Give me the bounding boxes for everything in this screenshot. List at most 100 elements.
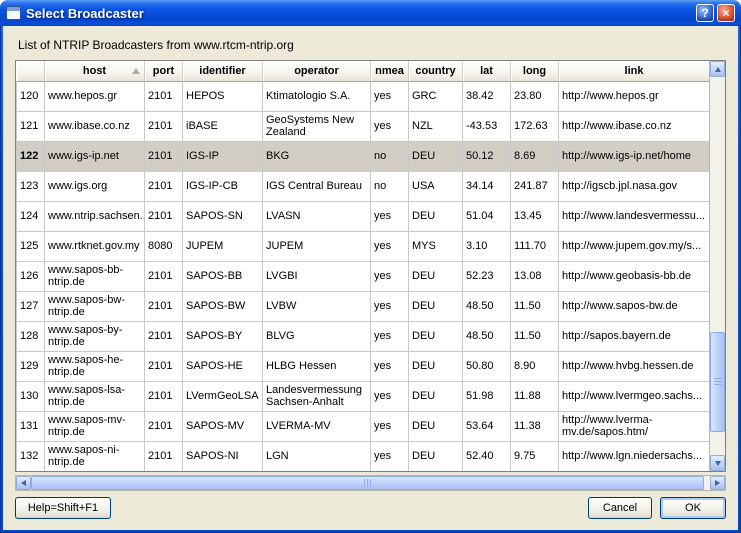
ok-button[interactable]: OK [660, 497, 726, 519]
cell-operator[interactable]: Landesvermessung Sachsen-Anhalt [263, 381, 371, 411]
cell-lat[interactable]: 50.80 [463, 351, 511, 381]
cell-link[interactable]: http://www.ibase.co.nz [559, 111, 710, 141]
cell-country[interactable]: MYS [409, 231, 463, 261]
cell-host[interactable]: www.ibase.co.nz [45, 111, 145, 141]
cell-port[interactable]: 2101 [145, 291, 183, 321]
row-number-cell[interactable]: 131 [17, 411, 45, 441]
cell-link[interactable]: http://www.lvermgeo.sachs... [559, 381, 710, 411]
column-header-host[interactable]: host [45, 61, 145, 81]
cell-host[interactable]: www.sapos-mv-ntrip.de [45, 411, 145, 441]
horizontal-scroll-thumb[interactable] [31, 476, 704, 490]
cell-link[interactable]: http://www.hepos.gr [559, 81, 710, 111]
row-number-cell[interactable]: 122 [17, 141, 45, 171]
cell-lat[interactable]: 48.50 [463, 321, 511, 351]
cell-nmea[interactable]: yes [371, 231, 409, 261]
cell-nmea[interactable]: yes [371, 291, 409, 321]
column-header-port[interactable]: port [145, 61, 183, 81]
cell-long[interactable]: 23.80 [511, 81, 559, 111]
cell-identifier[interactable]: IGS-IP [183, 141, 263, 171]
column-header-long[interactable]: long [511, 61, 559, 81]
cell-port[interactable]: 2101 [145, 81, 183, 111]
help-button[interactable]: ? [696, 4, 714, 22]
cell-lat[interactable]: 51.98 [463, 381, 511, 411]
scroll-left-button[interactable] [16, 476, 31, 490]
cell-port[interactable]: 2101 [145, 201, 183, 231]
cell-country[interactable]: GRC [409, 81, 463, 111]
table-row[interactable]: 121www.ibase.co.nz2101iBASEGeoSystems Ne… [17, 111, 710, 141]
cell-country[interactable]: DEU [409, 351, 463, 381]
cell-identifier[interactable]: SAPOS-BB [183, 261, 263, 291]
cell-country[interactable]: DEU [409, 291, 463, 321]
cell-country[interactable]: DEU [409, 321, 463, 351]
cell-host[interactable]: www.sapos-bb-ntrip.de [45, 261, 145, 291]
cell-nmea[interactable]: no [371, 171, 409, 201]
cell-port[interactable]: 8080 [145, 231, 183, 261]
cell-host[interactable]: www.ntrip.sachsen... [45, 201, 145, 231]
cell-nmea[interactable]: yes [371, 411, 409, 441]
cell-identifier[interactable]: SAPOS-HE [183, 351, 263, 381]
row-number-cell[interactable]: 120 [17, 81, 45, 111]
row-number-cell[interactable]: 128 [17, 321, 45, 351]
cell-port[interactable]: 2101 [145, 381, 183, 411]
cell-operator[interactable]: LVERMA-MV [263, 411, 371, 441]
cell-lat[interactable]: 50.12 [463, 141, 511, 171]
table-row[interactable]: 132www.sapos-ni-ntrip.de2101SAPOS-NILGNy… [17, 441, 710, 471]
table-row[interactable]: 127www.sapos-bw-ntrip.de2101SAPOS-BWLVBW… [17, 291, 710, 321]
cell-nmea[interactable]: yes [371, 201, 409, 231]
column-header-rownum[interactable] [17, 61, 45, 81]
cell-operator[interactable]: IGS Central Bureau [263, 171, 371, 201]
cell-port[interactable]: 2101 [145, 141, 183, 171]
cell-lat[interactable]: 52.40 [463, 441, 511, 471]
cell-operator[interactable]: LGN [263, 441, 371, 471]
horizontal-scroll-track[interactable] [31, 476, 710, 490]
cell-nmea[interactable]: yes [371, 261, 409, 291]
scroll-up-button[interactable] [710, 61, 725, 77]
cell-port[interactable]: 2101 [145, 441, 183, 471]
cell-identifier[interactable]: IGS-IP-CB [183, 171, 263, 201]
table-row[interactable]: 122www.igs-ip.net2101IGS-IPBKGnoDEU50.12… [17, 141, 710, 171]
cell-long[interactable]: 241.87 [511, 171, 559, 201]
cell-nmea[interactable]: yes [371, 81, 409, 111]
row-number-cell[interactable]: 125 [17, 231, 45, 261]
table-row[interactable]: 126www.sapos-bb-ntrip.de2101SAPOS-BBLVGB… [17, 261, 710, 291]
cell-lat[interactable]: 38.42 [463, 81, 511, 111]
cell-lat[interactable]: 51.04 [463, 201, 511, 231]
cell-port[interactable]: 2101 [145, 171, 183, 201]
cell-link[interactable]: http://www.igs-ip.net/home [559, 141, 710, 171]
column-header-country[interactable]: country [409, 61, 463, 81]
cell-long[interactable]: 11.88 [511, 381, 559, 411]
cell-operator[interactable]: HLBG Hessen [263, 351, 371, 381]
close-button[interactable]: × [717, 4, 735, 22]
cell-country[interactable]: DEU [409, 381, 463, 411]
table-row[interactable]: 131www.sapos-mv-ntrip.de2101SAPOS-MVLVER… [17, 411, 710, 441]
cell-nmea[interactable]: no [371, 141, 409, 171]
cell-identifier[interactable]: SAPOS-BW [183, 291, 263, 321]
cell-lat[interactable]: -43.53 [463, 111, 511, 141]
table-row[interactable]: 124www.ntrip.sachsen...2101SAPOS-SNLVASN… [17, 201, 710, 231]
column-header-link[interactable]: link [559, 61, 710, 81]
cell-long[interactable]: 172.63 [511, 111, 559, 141]
column-header-operator[interactable]: operator [263, 61, 371, 81]
column-header-nmea[interactable]: nmea [371, 61, 409, 81]
cell-operator[interactable]: GeoSystems New Zealand [263, 111, 371, 141]
cell-lat[interactable]: 34.14 [463, 171, 511, 201]
row-number-cell[interactable]: 123 [17, 171, 45, 201]
cell-lat[interactable]: 3.10 [463, 231, 511, 261]
cell-link[interactable]: http://www.lgn.niedersachs... [559, 441, 710, 471]
cell-host[interactable]: www.sapos-ni-ntrip.de [45, 441, 145, 471]
row-number-cell[interactable]: 126 [17, 261, 45, 291]
cell-country[interactable]: NZL [409, 111, 463, 141]
cell-nmea[interactable]: yes [371, 111, 409, 141]
table-row[interactable]: 123www.igs.org2101IGS-IP-CBIGS Central B… [17, 171, 710, 201]
vertical-scroll-thumb[interactable] [710, 332, 725, 432]
row-number-cell[interactable]: 124 [17, 201, 45, 231]
table-row[interactable]: 128www.sapos-by-ntrip.de2101SAPOS-BYBLVG… [17, 321, 710, 351]
cell-identifier[interactable]: SAPOS-BY [183, 321, 263, 351]
cell-identifier[interactable]: SAPOS-SN [183, 201, 263, 231]
cell-country[interactable]: USA [409, 171, 463, 201]
scroll-down-button[interactable] [710, 455, 725, 471]
cell-host[interactable]: www.igs.org [45, 171, 145, 201]
vertical-scroll-track[interactable] [710, 77, 725, 455]
cell-identifier[interactable]: JUPEM [183, 231, 263, 261]
cell-operator[interactable]: LVBW [263, 291, 371, 321]
